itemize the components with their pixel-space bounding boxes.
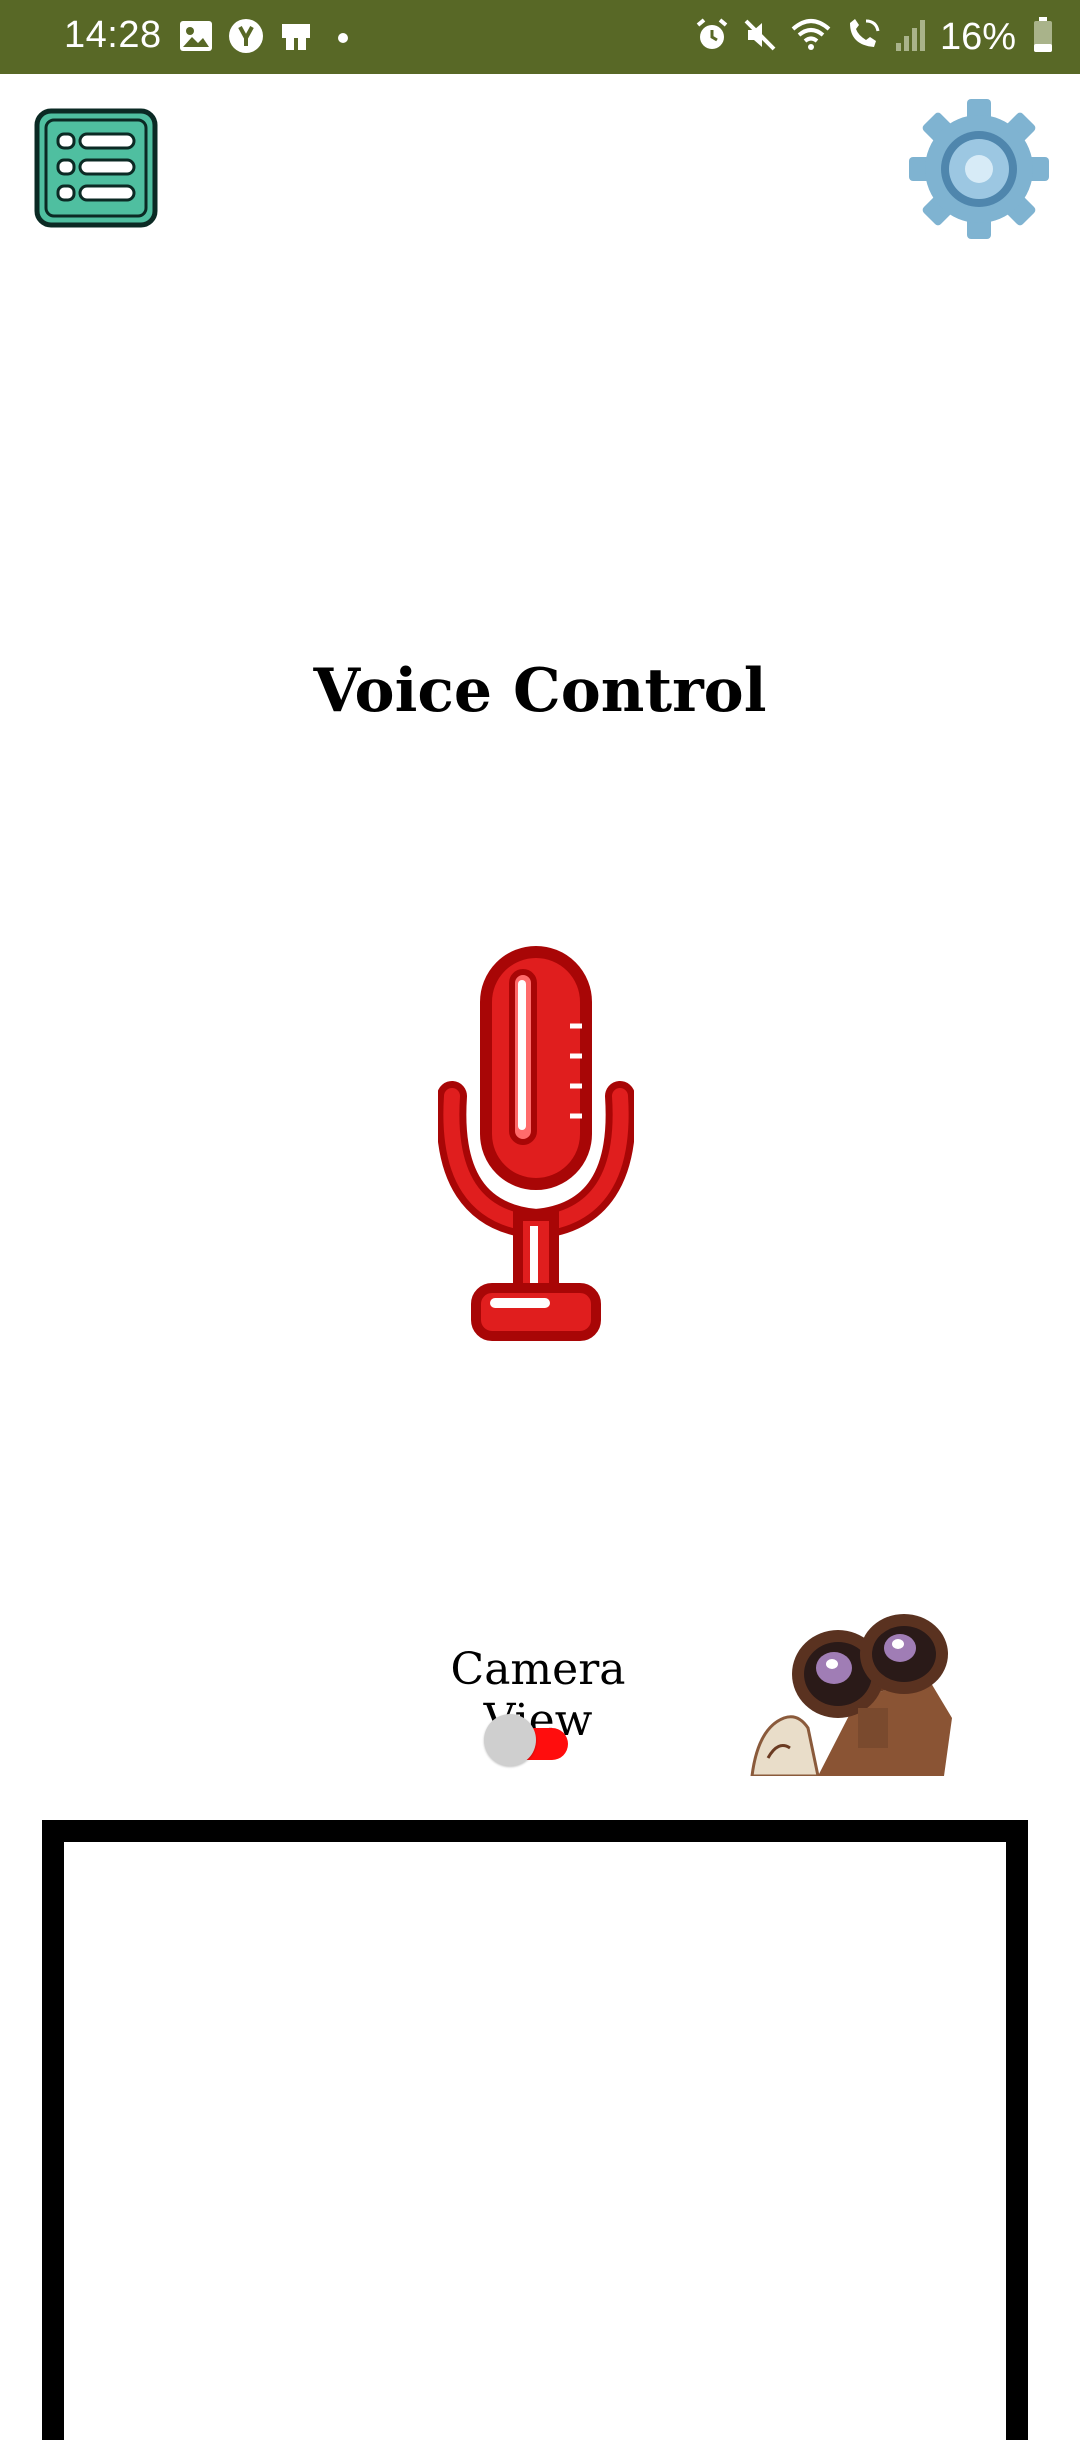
yandex-icon xyxy=(228,18,264,58)
store-icon xyxy=(278,18,314,58)
battery-icon xyxy=(1032,16,1054,58)
gear-icon xyxy=(909,99,1049,239)
camera-view-toggle[interactable] xyxy=(484,1712,572,1768)
status-right-icons: 16% xyxy=(694,16,1054,58)
menu-button[interactable] xyxy=(34,108,158,228)
gallery-icon xyxy=(178,19,214,57)
wifi-calling-icon xyxy=(844,17,882,57)
voice-record-button[interactable] xyxy=(436,946,636,1346)
alarm-icon xyxy=(694,17,730,57)
wifi-icon xyxy=(790,17,832,57)
settings-button[interactable] xyxy=(904,98,1054,240)
page-title: Voice Control xyxy=(313,656,767,726)
list-menu-icon xyxy=(34,108,158,228)
signal-icon xyxy=(894,17,928,57)
camera-view-frame xyxy=(42,1820,1028,2440)
status-time: 14:28 xyxy=(64,14,162,56)
toggle-thumb xyxy=(484,1714,536,1766)
status-left-icons xyxy=(178,18,348,58)
robot-binoculars-image xyxy=(738,1608,964,1776)
battery-percent: 16% xyxy=(939,15,1016,58)
notification-dot xyxy=(338,33,348,43)
mute-icon xyxy=(742,17,778,57)
status-bar: 14:28 16% xyxy=(0,0,1080,74)
microphone-icon xyxy=(436,946,636,1341)
